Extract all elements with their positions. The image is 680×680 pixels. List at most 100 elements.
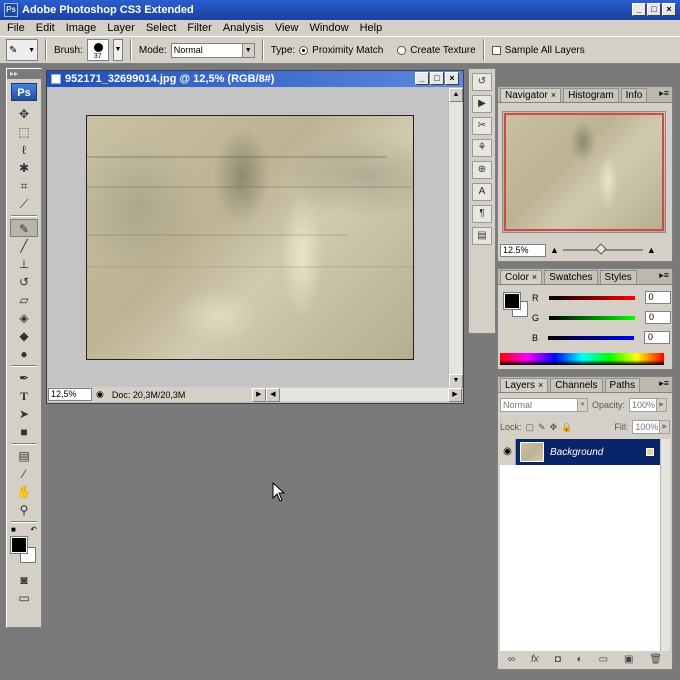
shape-tool-icon[interactable]: ■ bbox=[10, 423, 38, 441]
green-slider[interactable] bbox=[549, 315, 636, 320]
move-tool-icon[interactable]: ✥ bbox=[10, 105, 38, 123]
opacity-field[interactable]: 100% ▶ bbox=[629, 398, 668, 412]
navigator-zoom-slider[interactable] bbox=[562, 243, 643, 255]
type-tool-icon[interactable]: T bbox=[10, 387, 38, 405]
paint-bucket-icon[interactable]: ◈ bbox=[10, 309, 38, 327]
fill-field[interactable]: 100% ▶ bbox=[632, 420, 671, 434]
ps-logo[interactable]: Ps bbox=[11, 83, 37, 101]
brush-preview[interactable]: 37 bbox=[86, 39, 109, 61]
link-layers-icon[interactable]: ∞ bbox=[508, 654, 515, 665]
green-value[interactable]: 0 bbox=[645, 311, 672, 324]
zoom-out-icon[interactable]: ▲ bbox=[550, 245, 559, 255]
color-spectrum[interactable] bbox=[500, 353, 664, 365]
default-colors-icon[interactable]: ■ bbox=[11, 525, 16, 534]
tab-paths[interactable]: Paths bbox=[604, 378, 641, 392]
document-horizontal-scrollbar[interactable] bbox=[279, 388, 448, 401]
tab-navigator[interactable]: Navigator × bbox=[500, 88, 562, 102]
document-vertical-scrollbar[interactable]: ▲ ▼ bbox=[448, 88, 463, 388]
red-slider[interactable] bbox=[548, 295, 635, 300]
path-selection-icon[interactable]: ➤ bbox=[10, 405, 38, 423]
close-button[interactable]: × bbox=[662, 3, 676, 16]
status-icon[interactable]: ◉ bbox=[96, 389, 104, 400]
dodge-tool-icon[interactable]: ● bbox=[10, 345, 38, 363]
blur-tool-icon[interactable]: ◆ bbox=[10, 327, 38, 345]
tab-histogram[interactable]: Histogram bbox=[563, 88, 619, 102]
paragraph-panel-icon[interactable]: ¶ bbox=[472, 205, 492, 223]
clone-stamp-icon[interactable]: ⊥ bbox=[10, 255, 38, 273]
menu-window[interactable]: Window bbox=[304, 22, 354, 34]
lasso-tool-icon[interactable]: ℓ bbox=[10, 141, 38, 159]
doc-close-button[interactable]: × bbox=[445, 72, 459, 85]
spot-healing-brush-icon[interactable]: ✎ bbox=[10, 219, 38, 237]
document-title-bar[interactable]: 952171_32699014.jpg @ 12,5% (RGB/8#) _ □… bbox=[47, 71, 463, 87]
tab-channels[interactable]: Channels bbox=[550, 378, 603, 392]
hand-tool-icon[interactable]: ✋ bbox=[10, 483, 38, 501]
adjustment-icon[interactable]: ◐ bbox=[577, 654, 583, 665]
hscroll-left-button[interactable]: ◀ bbox=[265, 387, 280, 402]
create-texture-radio[interactable] bbox=[397, 45, 407, 55]
magic-wand-icon[interactable]: ✱ bbox=[10, 159, 38, 177]
scroll-up-button[interactable]: ▲ bbox=[449, 88, 463, 102]
menu-select[interactable]: Select bbox=[141, 22, 183, 34]
navigator-thumbnail[interactable] bbox=[502, 111, 666, 233]
lock-transparency-icon[interactable]: ▢ bbox=[526, 422, 535, 433]
menu-filter[interactable]: Filter bbox=[182, 22, 217, 34]
proximity-match-radio[interactable] bbox=[299, 45, 309, 55]
menu-view[interactable]: View bbox=[270, 22, 305, 34]
blue-value[interactable]: 0 bbox=[644, 331, 671, 344]
menu-help[interactable]: Help bbox=[355, 22, 389, 34]
tab-color[interactable]: Color × bbox=[500, 270, 543, 284]
history-brush-icon[interactable]: ↺ bbox=[10, 273, 38, 291]
history-panel-icon[interactable]: ↺ bbox=[472, 73, 492, 91]
layers-scrollbar[interactable] bbox=[660, 439, 670, 651]
slice-tool-icon[interactable]: ⟋ bbox=[10, 195, 38, 213]
eyedropper-icon[interactable]: ⁄ bbox=[10, 465, 38, 483]
red-value[interactable]: 0 bbox=[644, 291, 671, 304]
marquee-tool-icon[interactable]: ⬚ bbox=[10, 123, 38, 141]
hscroll-right-button[interactable]: ▶ bbox=[448, 387, 462, 402]
mask-icon[interactable]: ◘ bbox=[555, 654, 561, 665]
zoom-in-icon[interactable]: ▲ bbox=[647, 245, 656, 255]
crop-tool-icon[interactable]: ⌗ bbox=[10, 177, 38, 195]
eye-icon[interactable]: ◉ bbox=[500, 439, 516, 465]
sample-all-layers-checkbox[interactable] bbox=[491, 45, 501, 55]
navigator-zoom-field[interactable]: 12.5% bbox=[500, 243, 546, 257]
document-image[interactable] bbox=[86, 115, 414, 360]
navigator-view-box[interactable] bbox=[504, 113, 664, 231]
lock-position-icon[interactable]: ✥ bbox=[550, 422, 558, 433]
panel-foreground-swatch[interactable] bbox=[503, 292, 521, 310]
menu-edit[interactable]: Edit bbox=[31, 22, 61, 34]
menu-analysis[interactable]: Analysis bbox=[218, 22, 270, 34]
maximize-button[interactable]: □ bbox=[647, 3, 661, 16]
layer-comps-icon[interactable]: ▤ bbox=[472, 227, 492, 245]
blend-mode-select[interactable]: Normal ▼ bbox=[500, 398, 588, 412]
menu-layer[interactable]: Layer bbox=[102, 22, 141, 34]
lock-all-icon[interactable]: 🔒 bbox=[561, 422, 572, 433]
pen-tool-icon[interactable]: ✒ bbox=[10, 369, 38, 387]
zoom-tool-icon[interactable]: ⚲ bbox=[10, 501, 38, 519]
slider-knob[interactable] bbox=[595, 243, 607, 255]
canvas-area[interactable] bbox=[48, 88, 448, 388]
brush-tool-icon[interactable]: ╱ bbox=[10, 237, 38, 255]
zoom-field[interactable]: 12,5% bbox=[48, 388, 92, 401]
doc-maximize-button[interactable]: □ bbox=[430, 72, 444, 85]
minimize-button[interactable]: _ bbox=[632, 3, 646, 16]
clone-source-icon[interactable]: ⊕ bbox=[472, 161, 492, 179]
trash-icon[interactable]: 🗑 bbox=[649, 654, 662, 665]
character-panel-icon[interactable]: A bbox=[472, 183, 492, 201]
new-layer-icon[interactable]: ▣ bbox=[624, 654, 633, 665]
fx-icon[interactable]: fx bbox=[531, 654, 539, 665]
toolbox-header[interactable]: ▸▸ bbox=[7, 69, 41, 79]
panel-menu-icon[interactable]: ▸≡ bbox=[659, 270, 669, 281]
screen-mode-icon[interactable]: ▭ bbox=[10, 589, 38, 607]
swap-colors-icon[interactable]: ↶ bbox=[30, 525, 37, 534]
tab-layers[interactable]: Layers × bbox=[500, 378, 549, 392]
status-menu-arrow[interactable]: ▶ bbox=[251, 387, 266, 402]
foreground-color-swatch[interactable] bbox=[10, 536, 28, 554]
menu-file[interactable]: File bbox=[2, 22, 31, 34]
doc-minimize-button[interactable]: _ bbox=[415, 72, 429, 85]
menu-image[interactable]: Image bbox=[61, 22, 103, 34]
brushes-panel-icon[interactable]: ⚘ bbox=[472, 139, 492, 157]
group-icon[interactable]: ▭ bbox=[599, 654, 608, 665]
lock-pixels-icon[interactable]: ✎ bbox=[538, 422, 546, 433]
